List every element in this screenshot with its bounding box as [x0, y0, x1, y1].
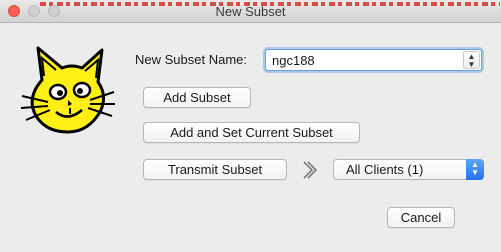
- cancel-button[interactable]: Cancel: [387, 207, 455, 228]
- subset-name-label: New Subset Name:: [135, 52, 247, 67]
- clients-select[interactable]: All Clients (1) ▲ ▼: [333, 159, 484, 180]
- subset-name-value[interactable]: ngc188: [272, 53, 315, 68]
- transmit-subset-button[interactable]: Transmit Subset: [143, 159, 287, 180]
- clients-select-value[interactable]: All Clients (1): [346, 162, 423, 177]
- select-arrows-icon[interactable]: ▲ ▼: [466, 159, 484, 180]
- add-and-set-current-subset-button[interactable]: Add and Set Current Subset: [143, 122, 360, 143]
- cat-face-icon: [20, 46, 115, 134]
- chevron-right-icon: [303, 161, 318, 179]
- updown-arrows-icon[interactable]: ▲ ▼: [463, 51, 480, 69]
- title-bar: New Subset: [0, 0, 501, 23]
- subset-name-combo[interactable]: ngc188 ▲ ▼: [265, 49, 482, 71]
- add-subset-button[interactable]: Add Subset: [143, 87, 251, 108]
- window-title: New Subset: [215, 4, 286, 19]
